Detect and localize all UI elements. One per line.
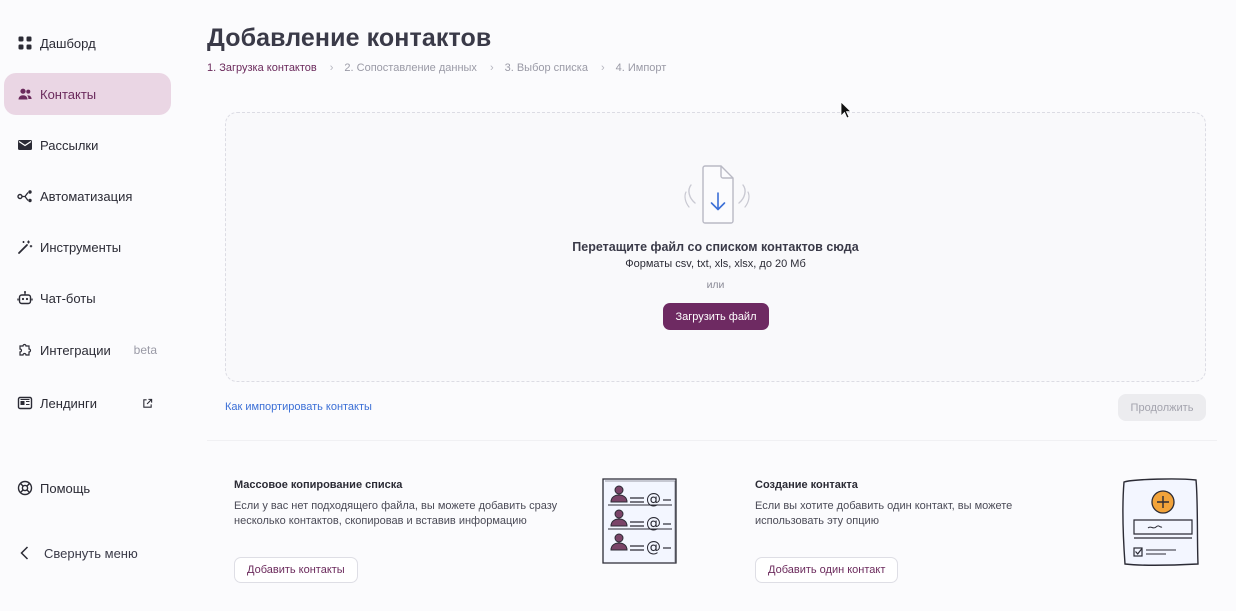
sidebar-item-label: Интеграции bbox=[40, 342, 111, 358]
file-download-icon bbox=[684, 165, 750, 224]
landing-icon bbox=[16, 394, 34, 412]
create-contact-title: Создание контакта bbox=[755, 479, 858, 491]
sidebar-item-label: Дашборд bbox=[40, 35, 96, 51]
add-contacts-button[interactable]: Добавить контакты bbox=[234, 557, 358, 583]
sidebar-item-automation[interactable]: Автоматизация bbox=[4, 175, 171, 217]
chevron-right-icon: › bbox=[329, 62, 334, 74]
upload-file-button[interactable]: Загрузить файл bbox=[663, 303, 769, 330]
sidebar-item-help[interactable]: Помощь bbox=[4, 467, 171, 509]
step-import[interactable]: 4. Импорт bbox=[616, 62, 667, 74]
automation-icon bbox=[16, 187, 34, 205]
sidebar-item-label: Инструменты bbox=[40, 239, 122, 255]
puzzle-icon bbox=[16, 341, 34, 359]
sidebar-item-tools[interactable]: Инструменты bbox=[4, 226, 171, 268]
add-single-contact-button[interactable]: Добавить один контакт bbox=[755, 557, 899, 583]
step-upload[interactable]: 1. Загрузка контактов bbox=[207, 62, 317, 74]
description-line: использовать эту опцию bbox=[755, 515, 879, 527]
sidebar-item-mailings[interactable]: Рассылки bbox=[4, 124, 171, 166]
svg-text:@: @ bbox=[646, 490, 661, 508]
breadcrumb: 1. Загрузка контактов › 2. Сопоставление… bbox=[207, 62, 666, 74]
file-dropzone[interactable]: Перетащите файл со списком контактов сюд… bbox=[225, 112, 1206, 382]
dropzone-or: или bbox=[706, 279, 725, 291]
continue-button[interactable]: Продолжить bbox=[1118, 394, 1206, 421]
external-link-icon bbox=[142, 398, 153, 409]
divider bbox=[207, 440, 1217, 441]
mouse-cursor-icon bbox=[840, 101, 852, 119]
svg-text:@: @ bbox=[646, 514, 661, 532]
step-list-select[interactable]: 3. Выбор списка bbox=[505, 62, 588, 74]
collapse-menu-label: Свернуть меню bbox=[44, 545, 138, 561]
how-to-import-link[interactable]: Как импортировать контакты bbox=[225, 401, 372, 413]
dropzone-title: Перетащите файл со списком контактов сюд… bbox=[572, 240, 859, 254]
help-icon bbox=[16, 479, 34, 497]
contact-list-illustration: @ @ @ bbox=[602, 478, 677, 564]
sidebar-item-integrations[interactable]: Интеграции beta bbox=[4, 329, 171, 371]
step-mapping[interactable]: 2. Сопоставление данных bbox=[344, 62, 477, 74]
bulk-copy-title: Массовое копирование списка bbox=[234, 479, 403, 491]
create-contact-description: Если вы хотите добавить один контакт, вы… bbox=[755, 499, 1012, 529]
chevron-left-icon bbox=[16, 544, 34, 562]
sidebar-item-label: Лендинги bbox=[40, 395, 97, 411]
sidebar-item-label: Помощь bbox=[40, 480, 91, 496]
sidebar-item-label: Чат-боты bbox=[40, 290, 96, 306]
sidebar-item-contacts[interactable]: Контакты bbox=[4, 73, 171, 115]
chevron-right-icon: › bbox=[600, 62, 605, 74]
sidebar-item-landings[interactable]: Лендинги bbox=[4, 382, 171, 424]
sidebar-item-label: Автоматизация bbox=[40, 188, 133, 204]
sidebar-item-label: Контакты bbox=[40, 86, 97, 102]
svg-text:@: @ bbox=[646, 538, 661, 556]
sidebar-item-label: Рассылки bbox=[40, 137, 99, 153]
contacts-icon bbox=[16, 85, 34, 103]
description-line: Если вы хотите добавить один контакт, вы… bbox=[755, 500, 1013, 512]
bulk-copy-description: Если у вас нет подходящего файла, вы мож… bbox=[234, 499, 557, 529]
bot-icon bbox=[16, 289, 34, 307]
sidebar-item-dashboard[interactable]: Дашборд bbox=[4, 22, 171, 64]
collapse-menu-button[interactable]: Свернуть меню bbox=[4, 532, 171, 574]
sidebar-item-chatbots[interactable]: Чат-боты bbox=[4, 277, 171, 319]
page-title: Добавление контактов bbox=[207, 24, 492, 52]
sidebar: Дашборд Контакты Рассылки Автоматизация … bbox=[0, 0, 178, 611]
mail-icon bbox=[16, 136, 34, 154]
description-line: несколько контактов, скопировав и встави… bbox=[234, 515, 527, 527]
dropzone-formats: Форматы csv, txt, xls, xlsx, до 20 Мб bbox=[625, 258, 806, 270]
dashboard-icon bbox=[16, 34, 34, 52]
contact-form-illustration bbox=[1122, 478, 1199, 566]
magic-wand-icon bbox=[16, 238, 34, 256]
beta-badge: beta bbox=[133, 343, 157, 357]
chevron-right-icon: › bbox=[489, 62, 494, 74]
description-line: Если у вас нет подходящего файла, вы мож… bbox=[234, 500, 558, 512]
